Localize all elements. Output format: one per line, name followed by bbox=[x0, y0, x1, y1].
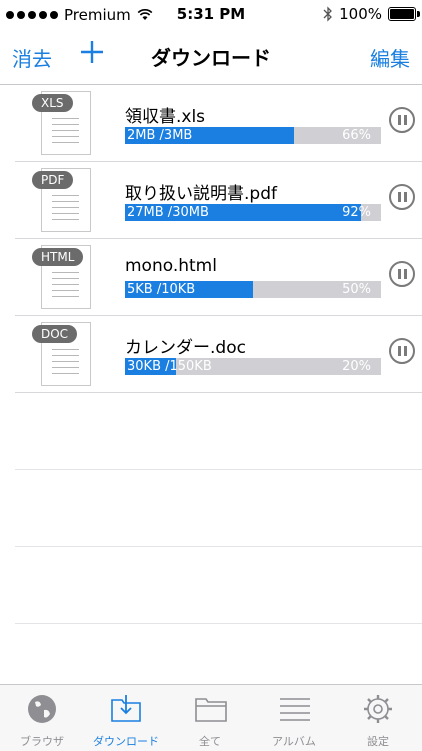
download-percent: 92% bbox=[342, 205, 371, 220]
battery-icon bbox=[388, 7, 420, 21]
tab-download[interactable]: ダウンロード bbox=[84, 685, 168, 751]
status-bar: Premium 5:31 PM 100% bbox=[0, 0, 422, 30]
file-name: 領収書.xls bbox=[125, 107, 206, 127]
download-percent: 20% bbox=[342, 359, 371, 374]
tab-label: アルバム bbox=[272, 735, 316, 748]
empty-row-divider bbox=[15, 469, 422, 470]
download-percent: 50% bbox=[342, 282, 371, 297]
download-row[interactable]: DOC カレンダー.doc 30KB /150KB 20% bbox=[15, 315, 422, 393]
progress-bar: 5KB /10KB 50% bbox=[125, 281, 381, 298]
pause-button[interactable] bbox=[389, 338, 415, 364]
progress-bar: 30KB /150KB 20% bbox=[125, 358, 381, 375]
tab-bar: ブラウザ ダウンロード 全て アルバム 設定 bbox=[0, 684, 422, 751]
download-size: 2MB /3MB bbox=[127, 128, 193, 143]
file-name: カレンダー.doc bbox=[125, 338, 246, 358]
download-row[interactable]: PDF 取り扱い説明書.pdf 27MB /30MB 92% bbox=[15, 161, 422, 239]
download-folder-icon bbox=[111, 695, 141, 722]
page-title: ダウンロード bbox=[151, 46, 271, 70]
download-size: 5KB /10KB bbox=[127, 282, 196, 297]
tab-label: ブラウザ bbox=[20, 735, 64, 748]
edit-button[interactable]: 編集 bbox=[370, 43, 410, 72]
file-name: mono.html bbox=[125, 256, 217, 276]
tab-album[interactable]: アルバム bbox=[252, 685, 336, 751]
progress-bar: 27MB /30MB 92% bbox=[125, 204, 381, 221]
file-name: 取り扱い説明書.pdf bbox=[125, 184, 277, 204]
tab-label: 全て bbox=[199, 735, 221, 748]
download-size: 27MB /30MB bbox=[127, 205, 209, 220]
download-row[interactable]: XLS 領収書.xls 2MB /3MB 66% bbox=[15, 84, 422, 162]
empty-row-divider bbox=[15, 623, 422, 624]
list-icon bbox=[280, 698, 310, 721]
tab-settings[interactable]: 設定 bbox=[336, 685, 420, 751]
download-size: 30KB /150KB bbox=[127, 359, 212, 374]
pause-button[interactable] bbox=[389, 261, 415, 287]
status-right-group: 100% bbox=[323, 5, 420, 23]
empty-row-divider bbox=[15, 546, 422, 547]
pause-button[interactable] bbox=[389, 107, 415, 133]
pause-button[interactable] bbox=[389, 184, 415, 210]
file-type-badge: PDF bbox=[32, 171, 74, 189]
bluetooth-icon bbox=[323, 6, 333, 22]
download-row[interactable]: HTML mono.html 5KB /10KB 50% bbox=[15, 238, 422, 316]
tab-label: 設定 bbox=[367, 735, 389, 748]
tab-browser[interactable]: ブラウザ bbox=[0, 685, 84, 751]
download-percent: 66% bbox=[342, 128, 371, 143]
globe-icon bbox=[28, 695, 56, 723]
file-type-badge: XLS bbox=[32, 94, 73, 112]
navigation-bar: 消去 ダウンロード 編集 bbox=[0, 30, 422, 85]
folder-icon bbox=[195, 698, 227, 722]
tab-label: ダウンロード bbox=[93, 735, 159, 748]
progress-bar: 2MB /3MB 66% bbox=[125, 127, 381, 144]
file-type-badge: HTML bbox=[32, 248, 84, 266]
gear-icon bbox=[364, 695, 392, 723]
tab-all[interactable]: 全て bbox=[168, 685, 252, 751]
file-type-badge: DOC bbox=[32, 325, 78, 343]
battery-percent: 100% bbox=[339, 5, 382, 23]
